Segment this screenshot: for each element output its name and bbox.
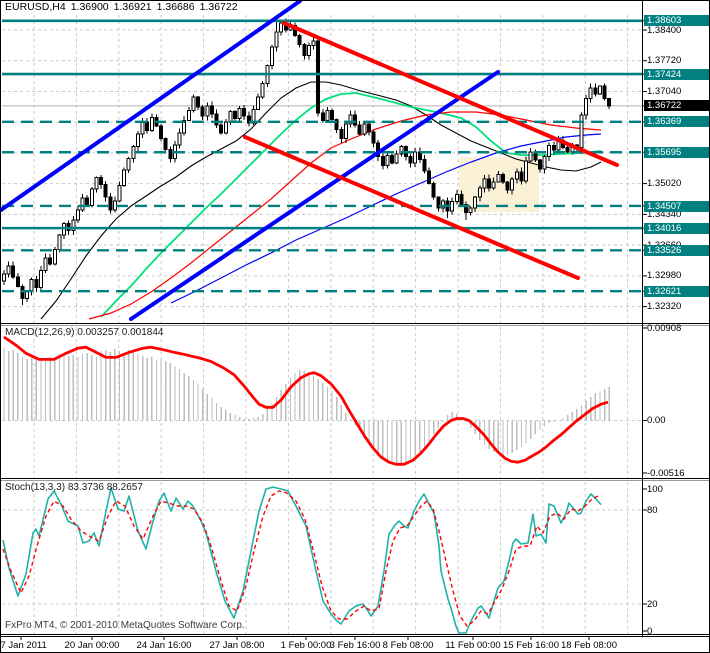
- level-price-label: 1.32621: [644, 285, 709, 297]
- time-axis-label: 15 Feb 16:00: [503, 640, 559, 651]
- support-resistance-levels: [2, 19, 642, 293]
- macd-indicator-label: MACD(12,26,9) 0.003257 0.001844: [5, 327, 164, 338]
- price-axis-label: 1.35020: [647, 178, 682, 190]
- price-axis-label: 1.37040: [647, 86, 682, 97]
- stoch-axis-label: 80: [647, 504, 658, 516]
- stoch-axis-label: 20: [647, 598, 658, 610]
- level-price-label: 1.36369: [644, 116, 709, 128]
- level-price-label: 1.38603: [644, 15, 709, 27]
- time-axis-label: 27 Jan 08:00: [209, 640, 265, 651]
- platform-copyright: FxPro MT4, © 2001-2010 MetaQuotes Softwa…: [5, 620, 245, 631]
- stoch-k-line: [2, 486, 602, 634]
- time-axis-label: 24 Jan 16:00: [136, 640, 192, 651]
- stoch-axis-label: 0: [647, 625, 653, 637]
- macd-axis-label: 0.00908: [647, 322, 682, 334]
- stoch-axis-label: 100: [647, 483, 663, 495]
- level-price-label: 1.33526: [644, 244, 709, 256]
- macd-axis-label: -0.00516: [647, 467, 685, 479]
- level-price-label: 1.37424: [644, 68, 709, 80]
- time-axis-label: 20 Jan 00:00: [64, 640, 120, 651]
- time-axis-label: 17 Jan 2011: [0, 640, 47, 651]
- price-axis-label: 1.32980: [647, 270, 682, 282]
- level-price-label: 1.34016: [644, 222, 709, 234]
- time-axis-label: 11 Feb 00:00: [445, 640, 501, 651]
- time-axis-label: 3 Feb 16:00: [329, 640, 381, 651]
- close-price: 1.36722: [199, 1, 238, 13]
- macd-axis-label: 0.00: [647, 415, 666, 426]
- time-axis-label: 18 Feb 08:00: [561, 640, 617, 651]
- price-axis-label: 1.32320: [647, 301, 682, 313]
- chart-title: EURUSD,H4 1.36900 1.36921 1.36686 1.36722: [5, 2, 243, 13]
- level-price-label: 1.35695: [644, 146, 709, 158]
- mt4-chart-window: EURUSD,H4 1.36900 1.36921 1.36686 1.36722 MA…: [0, 0, 710, 653]
- current-price-label: 1.36722: [644, 100, 709, 112]
- price-axis-label: 1.37720: [647, 55, 682, 67]
- symbol-period-label: EURUSD,H4: [5, 1, 66, 13]
- high-price: 1.36921: [113, 1, 152, 13]
- level-price-label: 1.34507: [644, 200, 709, 212]
- time-axis-label: 8 Feb 08:00: [382, 640, 434, 651]
- open-price: 1.36900: [70, 1, 109, 13]
- time-axis-label: 1 Feb 00:00: [280, 640, 332, 651]
- low-price: 1.36686: [156, 1, 195, 13]
- stochastic-indicator-label: Stoch(13,3,3) 83.3736 88.2657: [5, 482, 143, 493]
- macd-histogram: [3, 348, 610, 463]
